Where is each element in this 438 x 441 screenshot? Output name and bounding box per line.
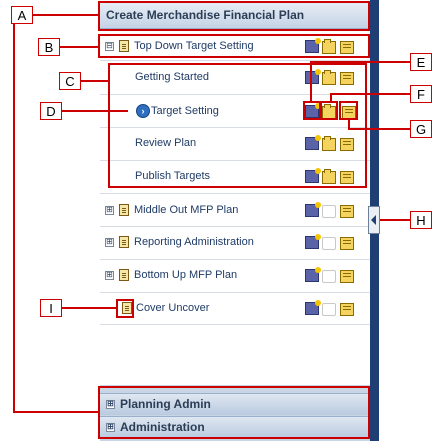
step-target-setting[interactable]: › Target Setting — [100, 100, 370, 122]
section-label[interactable]: Bottom Up MFP Plan — [134, 265, 237, 285]
expand-icon[interactable]: ⊞ — [105, 238, 114, 247]
open-workbook-icon[interactable] — [322, 169, 336, 184]
callout-f: F — [410, 85, 432, 103]
open-workbook-icon[interactable] — [322, 70, 336, 85]
callout-h: H — [410, 211, 432, 229]
step-label[interactable]: Getting Started — [135, 67, 209, 87]
leader-line — [33, 14, 99, 16]
callout-e: E — [410, 53, 432, 71]
step-label[interactable]: Review Plan — [135, 133, 196, 153]
open-workbook-icon[interactable] — [322, 39, 336, 54]
blank-workbook-icon — [322, 205, 336, 218]
open-folders-icon[interactable] — [340, 138, 354, 151]
divider — [100, 292, 370, 293]
current-step-arrow-icon: › — [136, 104, 150, 118]
open-workbook-icon[interactable] — [322, 104, 336, 119]
open-folders-icon[interactable] — [340, 270, 354, 283]
new-workbook-icon[interactable] — [305, 135, 321, 150]
planning-admin-bar[interactable]: ⊞ Planning Admin — [100, 393, 370, 415]
new-workbook-icon[interactable] — [305, 202, 321, 217]
leader-line — [13, 411, 99, 413]
bar-label[interactable]: Planning Admin — [120, 394, 211, 414]
open-folders-icon[interactable] — [340, 41, 354, 54]
callout-g: G — [410, 120, 432, 138]
blank-workbook-icon — [322, 237, 336, 250]
leader-line — [310, 61, 410, 63]
bar-label[interactable]: Administration — [120, 417, 205, 437]
leader-line — [60, 46, 100, 48]
divider — [100, 193, 370, 194]
leader-line — [348, 128, 410, 130]
leader-line — [310, 61, 312, 102]
expand-icon[interactable]: ⊞ — [106, 400, 115, 409]
callout-i: I — [40, 299, 62, 317]
divider — [100, 160, 370, 161]
panel-title: Create Merchandise Financial Plan — [100, 3, 370, 29]
open-folders-icon[interactable] — [340, 72, 354, 85]
open-folders-icon[interactable] — [340, 171, 354, 184]
divider — [100, 226, 370, 227]
open-folders-icon[interactable] — [340, 205, 354, 218]
open-folders-icon[interactable] — [340, 303, 354, 316]
callout-d: D — [40, 102, 62, 120]
collapse-icon[interactable]: ⊟ — [105, 42, 114, 51]
blank-workbook-icon — [322, 270, 336, 283]
divider — [100, 259, 370, 260]
open-workbook-icon[interactable] — [322, 136, 336, 151]
new-workbook-icon[interactable] — [305, 103, 321, 118]
task-doc-icon — [119, 269, 129, 281]
section-label[interactable]: Reporting Administration — [134, 232, 254, 252]
task-doc-icon — [122, 302, 132, 314]
section-cover-uncover[interactable]: Cover Uncover — [100, 298, 370, 318]
leader-line — [62, 307, 117, 309]
open-folders-icon[interactable] — [342, 106, 356, 119]
section-middle-out[interactable]: ⊞ Middle Out MFP Plan — [100, 200, 370, 220]
new-workbook-icon[interactable] — [305, 234, 321, 249]
leader-line — [330, 93, 410, 95]
leader-line — [380, 219, 410, 221]
leader-line — [81, 80, 109, 82]
leader-line — [13, 24, 15, 412]
step-label[interactable]: Publish Targets — [135, 166, 210, 186]
section-label[interactable]: Cover Uncover — [136, 298, 209, 318]
task-doc-icon — [119, 40, 129, 52]
expand-icon[interactable]: ⊞ — [105, 206, 114, 215]
administration-bar[interactable]: ⊞ Administration — [100, 416, 370, 438]
step-label[interactable]: Target Setting — [151, 100, 219, 122]
section-label[interactable]: Middle Out MFP Plan — [134, 200, 238, 220]
new-workbook-icon[interactable] — [305, 168, 321, 183]
collapse-panel-handle[interactable] — [368, 206, 380, 234]
open-folders-icon[interactable] — [340, 237, 354, 250]
task-doc-icon — [119, 204, 129, 216]
blank-workbook-icon — [322, 303, 336, 316]
new-workbook-icon[interactable] — [305, 267, 321, 282]
callout-b: B — [38, 38, 60, 56]
section-top-down[interactable]: ⊟ Top Down Target Setting — [100, 36, 370, 56]
step-publish-targets[interactable]: Publish Targets — [100, 166, 370, 186]
divider — [100, 127, 370, 128]
new-workbook-icon[interactable] — [305, 38, 321, 53]
new-workbook-icon[interactable] — [305, 69, 321, 84]
callout-a: A — [11, 6, 33, 24]
expand-icon[interactable]: ⊞ — [106, 423, 115, 432]
section-reporting-admin[interactable]: ⊞ Reporting Administration — [100, 232, 370, 252]
section-label[interactable]: Top Down Target Setting — [134, 36, 254, 56]
divider — [100, 324, 370, 325]
step-getting-started[interactable]: Getting Started — [100, 67, 370, 87]
section-bottom-up[interactable]: ⊞ Bottom Up MFP Plan — [100, 265, 370, 285]
expand-icon[interactable]: ⊞ — [105, 271, 114, 280]
leader-line — [62, 110, 128, 112]
new-workbook-icon[interactable] — [305, 300, 321, 315]
step-review-plan[interactable]: Review Plan — [100, 133, 370, 153]
callout-c: C — [59, 72, 81, 90]
leader-line — [330, 93, 332, 102]
task-doc-icon — [119, 236, 129, 248]
